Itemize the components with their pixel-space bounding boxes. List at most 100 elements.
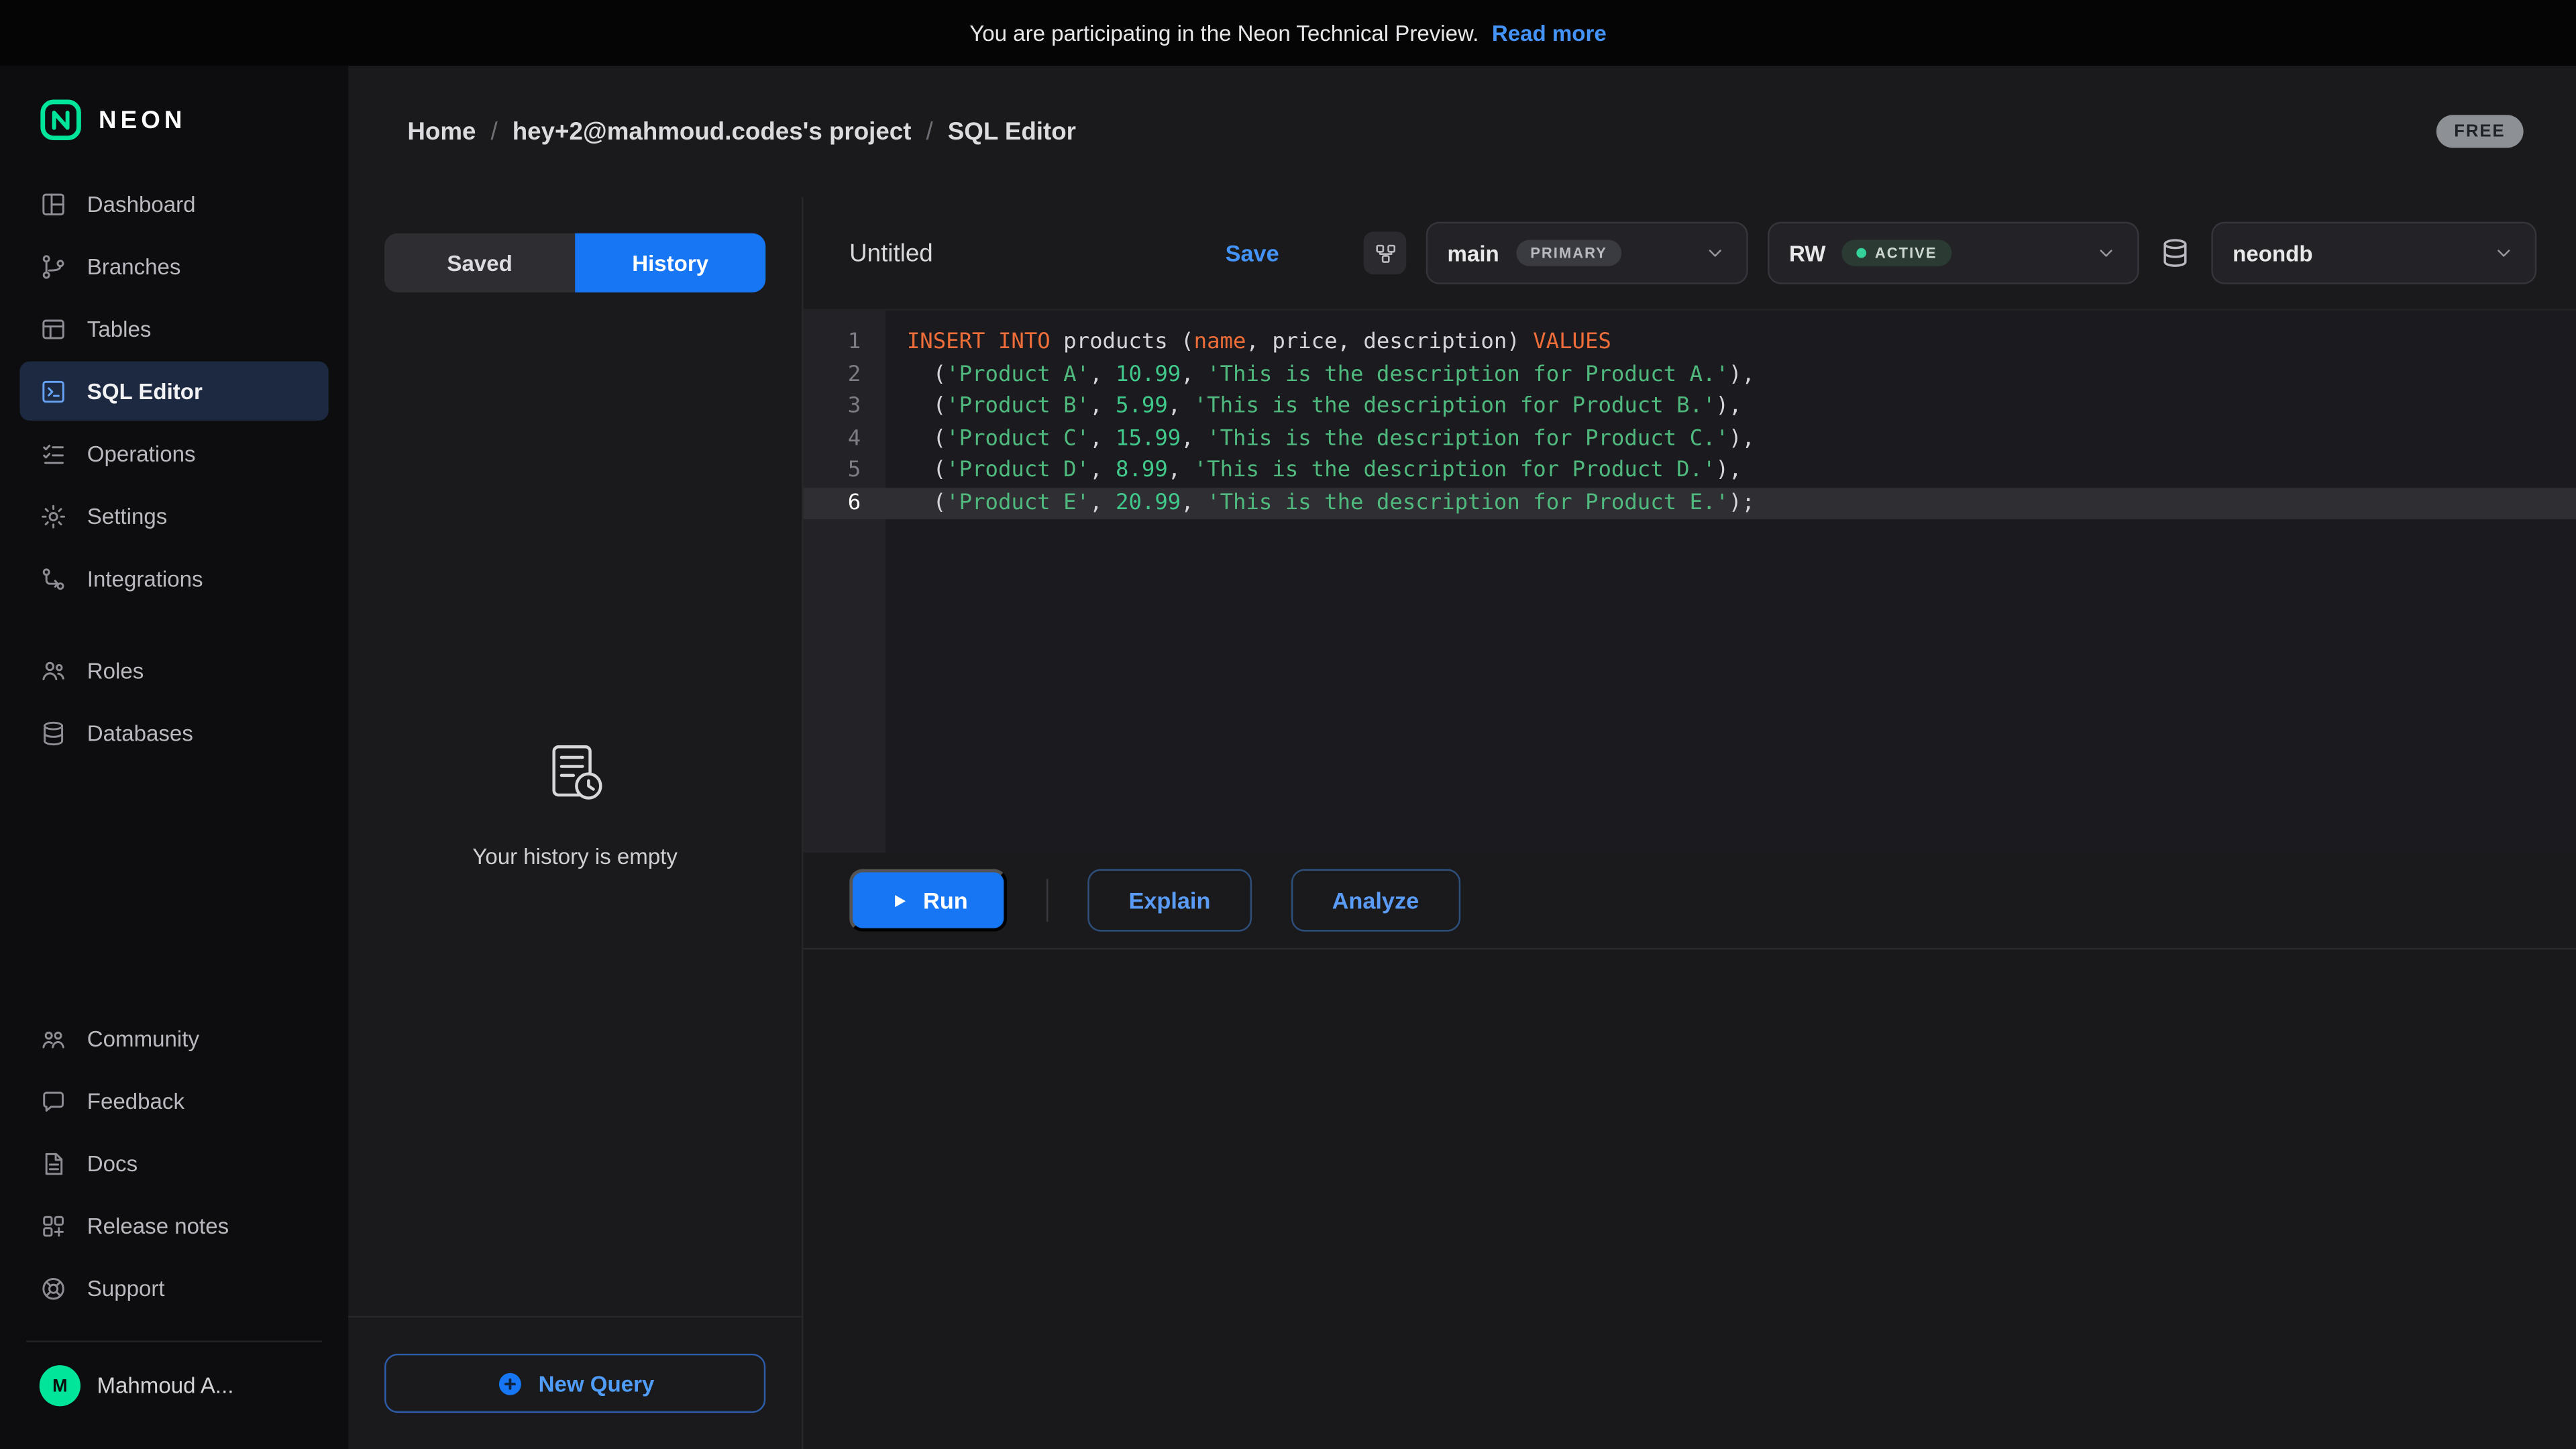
breadcrumb-separator: / <box>490 117 497 146</box>
active-badge-label: ACTIVE <box>1875 245 1937 261</box>
sidebar-item-community[interactable]: Community <box>19 1009 328 1068</box>
code-line[interactable]: 4 ('Product C', 15.99, 'This is the desc… <box>804 423 2576 455</box>
active-badge: ACTIVE <box>1842 240 1952 266</box>
breadcrumb: Home / hey+2@mahmoud.codes's project / S… <box>407 117 1076 146</box>
neon-logo[interactable]: NEON <box>0 66 348 174</box>
sidebar-divider <box>26 1340 322 1342</box>
code-text: ('Product C', 15.99, 'This is the descri… <box>885 423 1755 455</box>
sidebar-item-label: SQL Editor <box>87 378 203 403</box>
database-name: neondb <box>2233 241 2312 266</box>
sidebar-item-support[interactable]: Support <box>19 1258 328 1318</box>
sidebar-item-label: Databases <box>87 720 193 745</box>
breadcrumb-current-page: SQL Editor <box>948 117 1076 146</box>
sidebar-item-label: Release notes <box>87 1214 229 1238</box>
code-line[interactable]: 5 ('Product D', 8.99, 'This is the descr… <box>804 455 2576 487</box>
integrations-icon <box>40 564 68 592</box>
breadcrumb-project[interactable]: hey+2@mahmoud.codes's project <box>513 117 912 146</box>
code-line[interactable]: 6 ('Product E', 20.99, 'This is the desc… <box>804 487 2576 519</box>
history-empty-text: Your history is empty <box>472 845 678 869</box>
sidebar-spacer <box>0 762 348 1008</box>
save-button[interactable]: Save <box>1226 240 1279 266</box>
editor-header: Untitled Save main PRIMARY <box>804 197 2576 311</box>
line-number: 6 <box>804 487 885 519</box>
app-window: You are participating in the Neon Techni… <box>0 0 2576 1449</box>
schema-icon <box>1373 241 1397 266</box>
operations-icon <box>40 439 68 468</box>
run-label: Run <box>923 887 968 913</box>
code-line[interactable]: 2 ('Product A', 10.99, 'This is the desc… <box>804 359 2576 391</box>
code-text: ('Product E', 20.99, 'This is the descri… <box>885 487 1755 519</box>
actions-divider <box>1046 879 1048 922</box>
breadcrumb-home[interactable]: Home <box>407 117 476 146</box>
code-line[interactable]: 3 ('Product B', 5.99, 'This is the descr… <box>804 391 2576 423</box>
sidebar-nav: Dashboard Branches Tables <box>0 174 348 763</box>
history-document-clock-icon <box>539 739 611 812</box>
sidebar-item-dashboard[interactable]: Dashboard <box>19 174 328 233</box>
sidebar-item-label: Community <box>87 1026 199 1051</box>
sidebar-item-label: Integrations <box>87 566 203 591</box>
sidebar-item-label: Feedback <box>87 1088 184 1113</box>
sidebar-item-integrations[interactable]: Integrations <box>19 549 328 608</box>
page-header: Home / hey+2@mahmoud.codes's project / S… <box>348 66 2576 197</box>
code-text: ('Product D', 8.99, 'This is the descrip… <box>885 455 1741 487</box>
tab-saved[interactable]: Saved <box>384 233 575 292</box>
tables-icon <box>40 315 68 343</box>
branch-select[interactable]: main PRIMARY <box>1426 222 1748 284</box>
compute-select[interactable]: RW ACTIVE <box>1768 222 2139 284</box>
sidebar-item-roles[interactable]: Roles <box>19 641 328 700</box>
sidebar-item-databases[interactable]: Databases <box>19 703 328 762</box>
primary-badge: PRIMARY <box>1515 240 1622 266</box>
sidebar-item-branches[interactable]: Branches <box>19 237 328 296</box>
sidebar-item-release-notes[interactable]: Release notes <box>19 1196 328 1255</box>
sidebar-item-label: Operations <box>87 441 196 466</box>
new-query-button[interactable]: New Query <box>384 1354 765 1413</box>
line-number: 5 <box>804 455 885 487</box>
chevron-down-icon <box>1704 241 1727 264</box>
compute-name: RW <box>1789 241 1825 266</box>
user-menu[interactable]: M Mahmoud A... <box>0 1365 348 1449</box>
results-panel <box>804 950 2576 1449</box>
sidebar-bottom-nav: Community Feedback Docs <box>0 1009 348 1318</box>
sidebar-item-label: Dashboard <box>87 191 196 216</box>
sidebar-item-sql-editor[interactable]: SQL Editor <box>19 362 328 421</box>
sidebar-item-tables[interactable]: Tables <box>19 299 328 358</box>
line-number: 1 <box>804 327 885 359</box>
breadcrumb-separator: / <box>926 117 933 146</box>
analyze-button[interactable]: Analyze <box>1291 869 1460 932</box>
nav-group-gap <box>19 611 328 637</box>
code-line[interactable]: 1INSERT INTO products (name, price, desc… <box>804 327 2576 359</box>
explain-button[interactable]: Explain <box>1087 869 1251 932</box>
line-number: 3 <box>804 391 885 423</box>
code-lines: 1INSERT INTO products (name, price, desc… <box>804 327 2576 519</box>
code-text: INSERT INTO products (name, price, descr… <box>885 327 1611 359</box>
schema-icon-button[interactable] <box>1364 231 1407 274</box>
sidebar-item-operations[interactable]: Operations <box>19 424 328 483</box>
queries-tabs: Saved History <box>384 233 765 292</box>
queries-panel: Saved History <box>348 197 803 1449</box>
editor-controls: main PRIMARY RW ACTIVE <box>1364 222 2537 284</box>
code-editor[interactable]: 1INSERT INTO products (name, price, desc… <box>804 311 2576 853</box>
community-icon <box>40 1024 68 1053</box>
sql-editor-panel: Untitled Save main PRIMARY <box>804 197 2576 1449</box>
sidebar-item-label: Settings <box>87 504 167 529</box>
sidebar-item-settings[interactable]: Settings <box>19 486 328 545</box>
gear-icon <box>40 502 68 530</box>
read-more-link[interactable]: Read more <box>1492 21 1607 46</box>
feedback-icon <box>40 1087 68 1115</box>
sidebar: NEON Dashboard Branches <box>0 66 348 1449</box>
database-select[interactable]: neondb <box>2211 222 2536 284</box>
neon-logo-icon <box>40 99 83 142</box>
new-query-label: New Query <box>539 1371 655 1396</box>
tab-history[interactable]: History <box>575 233 765 292</box>
banner-text: You are participating in the Neon Techni… <box>969 21 1479 46</box>
sidebar-item-docs[interactable]: Docs <box>19 1134 328 1193</box>
code-text: ('Product A', 10.99, 'This is the descri… <box>885 359 1755 391</box>
query-title[interactable]: Untitled <box>849 239 933 267</box>
main-area: Home / hey+2@mahmoud.codes's project / S… <box>348 66 2576 1449</box>
history-empty-state: Your history is empty <box>348 292 802 1316</box>
neon-wordmark: NEON <box>99 106 186 134</box>
run-button[interactable]: Run <box>849 869 1007 932</box>
sidebar-item-label: Branches <box>87 254 181 278</box>
sidebar-item-label: Docs <box>87 1151 138 1176</box>
sidebar-item-feedback[interactable]: Feedback <box>19 1071 328 1130</box>
